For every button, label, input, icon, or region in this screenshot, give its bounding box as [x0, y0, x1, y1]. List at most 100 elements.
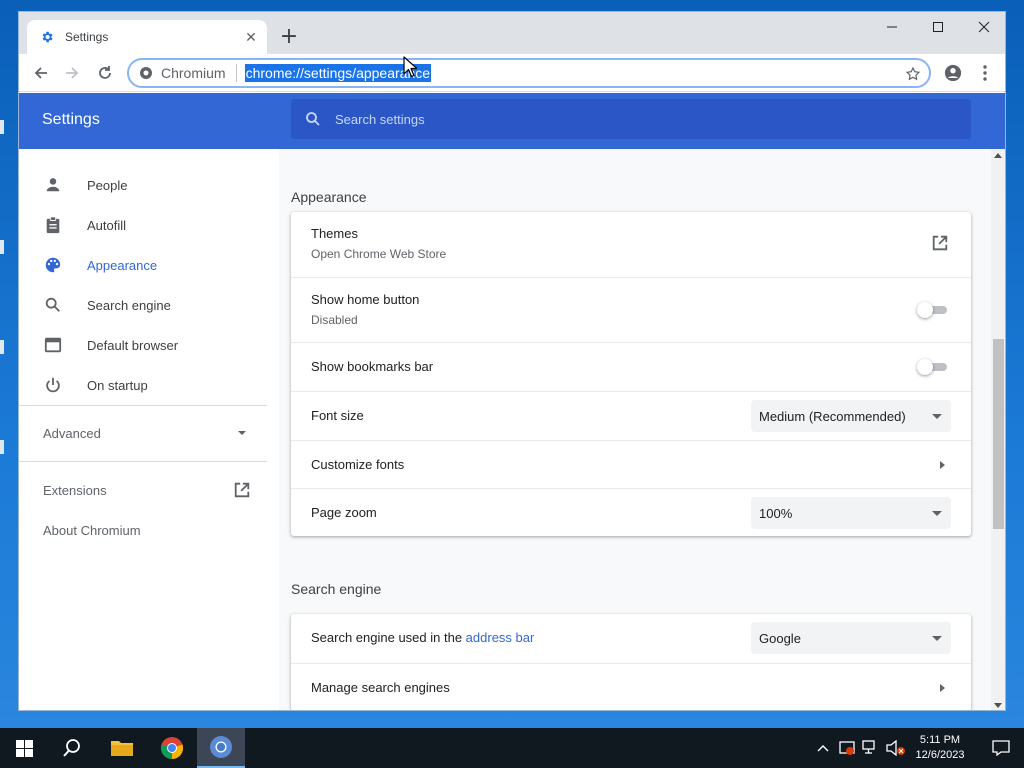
sidebar-item-autofill[interactable]: Autofill [19, 205, 279, 245]
volume-muted-icon [886, 740, 905, 756]
chrome-icon [160, 737, 184, 760]
sidebar-item-appearance[interactable]: Appearance [19, 245, 279, 285]
page-zoom-row: Page zoom 100% [291, 488, 971, 536]
chevron-right-icon [940, 684, 945, 692]
manage-search-engines-label: Manage search engines [311, 680, 450, 695]
sidebar-item-advanced[interactable]: Advanced [19, 413, 279, 453]
scrollbar-thumb[interactable] [993, 339, 1004, 529]
themes-row[interactable]: Themes Open Chrome Web Store [291, 212, 971, 277]
sidebar-item-label: Autofill [87, 217, 127, 233]
network-icon [862, 740, 875, 754]
network-button[interactable] [860, 728, 882, 768]
dropdown-arrow-icon [238, 431, 246, 435]
customize-fonts-row[interactable]: Customize fonts [291, 440, 971, 488]
search-engine-used-label: Search engine used in the address bar [311, 630, 535, 645]
tab-title: Settings [65, 30, 109, 44]
menu-button[interactable] [971, 59, 999, 87]
new-tab-button[interactable]: + [277, 24, 301, 49]
forward-button[interactable] [58, 59, 86, 87]
back-button[interactable] [27, 59, 55, 87]
sidebar-item-on-startup[interactable]: On startup [19, 365, 279, 405]
scroll-down-arrow-icon[interactable] [994, 703, 1002, 708]
back-arrow-icon [34, 67, 47, 79]
sidebar-item-label: Default browser [87, 337, 179, 353]
address-bar[interactable]: Chromium chrome://settings/appearance [127, 58, 931, 88]
sidebar-advanced-label: Advanced [43, 425, 101, 441]
folder-icon [111, 741, 133, 756]
tab-settings[interactable]: Settings ✕ [27, 20, 267, 54]
close-window-button[interactable] [961, 12, 1005, 42]
bookmark-star-icon[interactable] [903, 64, 923, 84]
manage-search-engines-row[interactable]: Manage search engines [291, 663, 971, 710]
font-size-select[interactable]: Medium (Recommended) [751, 400, 951, 432]
sidebar-item-about[interactable]: About Chromium [19, 510, 279, 550]
reload-button[interactable] [91, 59, 119, 87]
tray-app-button[interactable] [836, 728, 858, 768]
search-placeholder: Search settings [335, 111, 425, 127]
site-info-icon[interactable] [139, 66, 153, 80]
address-bar-link[interactable]: address bar [466, 630, 535, 645]
notification-icon [992, 740, 1010, 756]
home-button-label: Show home button [311, 292, 420, 307]
chrome-taskbar-button[interactable] [148, 728, 196, 768]
kebab-menu-icon [983, 65, 987, 81]
windows-logo-icon [15, 739, 33, 757]
home-button-sublabel: Disabled [311, 313, 358, 327]
forward-arrow-icon [66, 67, 79, 79]
main-scrollbar[interactable] [991, 149, 1005, 710]
page-zoom-select[interactable]: 100% [751, 497, 951, 529]
home-button-toggle[interactable] [917, 300, 949, 320]
volume-button[interactable] [884, 728, 908, 768]
settings-header: Settings Search settings [19, 93, 1005, 149]
bookmarks-bar-toggle[interactable] [917, 357, 949, 377]
search-icon [63, 739, 80, 757]
sidebar-item-label: Search engine [87, 297, 171, 313]
clock[interactable]: 5:11 PM 12/6/2023 [906, 728, 974, 768]
search-icon [305, 111, 321, 127]
sidebar-item-people[interactable]: People [19, 165, 279, 205]
desktop-icon-fragment[interactable] [0, 340, 18, 360]
sidebar-item-default-browser[interactable]: Default browser [19, 325, 279, 365]
page-zoom-label: Page zoom [311, 505, 377, 520]
action-center-button[interactable] [978, 728, 1024, 768]
desktop-icon-fragment[interactable] [0, 440, 18, 460]
sidebar-divider [19, 405, 267, 406]
dropdown-arrow-icon [932, 510, 942, 516]
tab-strip: Settings ✕ + [19, 12, 1005, 54]
appearance-card: Themes Open Chrome Web Store Show home b… [291, 212, 971, 536]
tray-status-icon [839, 741, 855, 755]
themes-label: Themes [311, 226, 358, 241]
sidebar-item-extensions[interactable]: Extensions [19, 470, 279, 510]
power-icon [43, 375, 63, 395]
chromium-icon [210, 736, 232, 758]
omnibox-separator [235, 64, 237, 82]
browser-window: Settings ✕ + Chromium chrome://settings/… [18, 11, 1006, 711]
bookmarks-bar-label: Show bookmarks bar [311, 359, 434, 374]
profile-button[interactable] [939, 59, 967, 87]
chevron-right-icon [940, 461, 945, 469]
taskbar-search-button[interactable] [48, 728, 96, 768]
minimize-button[interactable] [869, 12, 915, 42]
file-explorer-button[interactable] [98, 728, 146, 768]
close-tab-icon[interactable]: ✕ [241, 27, 261, 47]
show-hidden-icons-button[interactable] [812, 728, 834, 768]
font-size-value: Medium (Recommended) [759, 408, 906, 424]
search-engine-select[interactable]: Google [751, 622, 951, 654]
start-button[interactable] [0, 728, 48, 768]
mouse-cursor-icon [403, 56, 417, 78]
search-engine-section-title: Search engine [291, 581, 382, 597]
search-engine-value: Google [759, 630, 801, 646]
palette-icon [43, 255, 63, 275]
sidebar-divider [19, 461, 267, 462]
open-in-new-icon[interactable] [931, 234, 951, 254]
search-engine-card: Search engine used in the address bar Go… [291, 614, 971, 710]
home-button-row: Show home button Disabled [291, 277, 971, 342]
desktop-icon-fragment[interactable] [0, 240, 18, 260]
chromium-taskbar-button[interactable] [197, 728, 245, 768]
person-icon [43, 175, 63, 195]
maximize-button[interactable] [915, 12, 961, 42]
search-settings-input[interactable]: Search settings [291, 99, 971, 139]
desktop-icon-fragment[interactable] [0, 120, 18, 140]
sidebar-item-search-engine[interactable]: Search engine [19, 285, 279, 325]
scroll-up-arrow-icon[interactable] [994, 153, 1002, 158]
